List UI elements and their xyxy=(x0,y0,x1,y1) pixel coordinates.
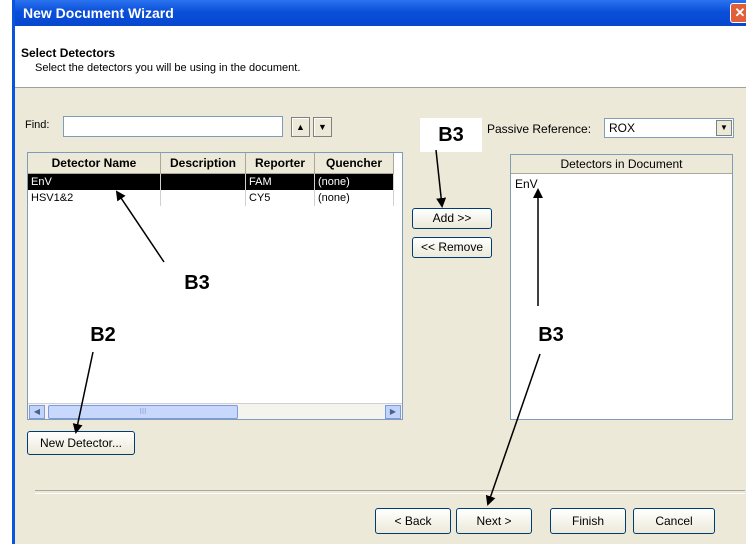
arrow-to-selected-row xyxy=(115,190,165,263)
arrow-to-add-button xyxy=(435,149,447,208)
annotation-arrows xyxy=(72,149,543,506)
arrow-to-new-detector xyxy=(72,351,94,434)
arrow-to-next-button xyxy=(485,353,541,506)
